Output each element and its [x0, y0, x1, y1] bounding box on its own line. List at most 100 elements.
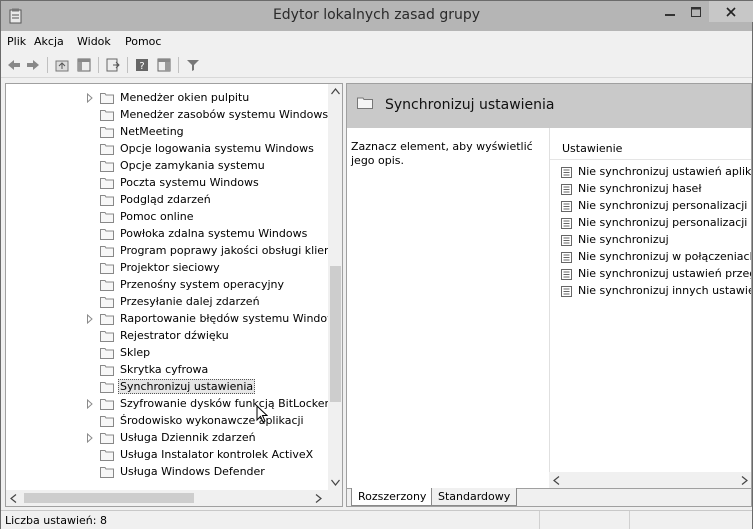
console-tree[interactable]: Menedżer okien pulpitu Menedżer zasobów s… — [5, 83, 343, 507]
tree-item[interactable]: Rejestrator dźwięku — [6, 328, 328, 345]
setting-row[interactable]: Nie synchronizuj innych ustawień systemu… — [561, 283, 751, 300]
menu-widok[interactable]: Widok — [77, 35, 111, 48]
svg-text:?: ? — [139, 61, 144, 72]
tree-item[interactable]: Przesyłanie dalej zdarzeń — [6, 294, 328, 311]
tree-item-label: Rejestrator dźwięku — [120, 329, 229, 342]
folder-icon — [357, 97, 373, 109]
tree-item[interactable]: Powłoka zdalna systemu Windows — [6, 226, 328, 243]
folder-icon — [100, 280, 114, 291]
tree-item[interactable]: Program poprawy jakości obsługi klienta — [6, 243, 328, 260]
tree-item[interactable]: Poczta systemu Windows — [6, 175, 328, 192]
policy-setting-icon — [561, 252, 572, 263]
maximize-button[interactable] — [683, 1, 709, 22]
up-one-level-button[interactable] — [52, 55, 72, 75]
tree-item[interactable]: Menedżer okien pulpitu — [6, 90, 328, 107]
status-text: Liczba ustawień: 8 — [5, 514, 107, 527]
setting-row[interactable]: Nie synchronizuj personalizacji pulpitu — [561, 198, 751, 215]
tree-item[interactable]: Usługa Windows Defender — [6, 464, 328, 481]
expand-arrow-icon[interactable] — [86, 399, 94, 409]
setting-label: Nie synchronizuj ustawień przeglądarki — [578, 267, 751, 280]
tree-item[interactable]: Szyfrowanie dysków funkcją BitLocker — [6, 396, 328, 413]
tree-item[interactable]: Usługa Instalator kontrolek ActiveX — [6, 447, 328, 464]
folder-icon — [100, 433, 114, 444]
tree-item-label: Sklep — [120, 346, 151, 359]
column-header-setting[interactable]: Ustawienie — [550, 138, 751, 160]
settings-list[interactable]: Ustawienie Nie synchronizuj ustawień apl… — [549, 128, 752, 473]
tree-item-label: Raportowanie błędów systemu Windows — [120, 312, 328, 325]
tree-item[interactable]: Menedżer zasobów systemu Windows — [6, 107, 328, 124]
tree-item[interactable]: NetMeeting — [6, 124, 328, 141]
tree-item[interactable]: Projektor sieciowy — [6, 260, 328, 277]
details-header-title: Synchronizuj ustawienia — [385, 97, 555, 113]
expand-arrow-icon[interactable] — [86, 93, 94, 103]
show-hide-action-pane-button[interactable] — [154, 55, 174, 75]
tree-item[interactable]: Sklep — [6, 345, 328, 362]
minimize-button[interactable] — [657, 1, 683, 22]
expand-arrow-icon[interactable] — [86, 314, 94, 324]
filter-button[interactable] — [183, 55, 203, 75]
close-button[interactable] — [709, 1, 753, 22]
export-list-button[interactable] — [103, 55, 123, 75]
details-pane: Synchronizuj ustawienia Zaznacz element,… — [346, 83, 752, 507]
tree-horizontal-scroll-thumb[interactable] — [24, 493, 194, 503]
menu-pomoc[interactable]: Pomoc — [125, 35, 161, 48]
tree-item[interactable]: Środowisko wykonawcze aplikacji — [6, 413, 328, 430]
tree-item[interactable]: Skrytka cyfrowa — [6, 362, 328, 379]
minimize-icon — [665, 13, 675, 16]
tree-item[interactable]: Opcje zamykania systemu — [6, 158, 328, 175]
scroll-up-icon[interactable] — [331, 88, 340, 95]
setting-label: Nie synchronizuj w połączeniach taryfowy… — [578, 250, 752, 263]
tree-item-label: Poczta systemu Windows — [120, 176, 259, 189]
policy-setting-icon — [561, 235, 572, 246]
tree-horizontal-scrollbar[interactable] — [6, 490, 328, 506]
tree-item-label: Usługa Dziennik zdarzeń — [120, 431, 256, 444]
tree-item-label: Przesyłanie dalej zdarzeń — [120, 295, 260, 308]
setting-row[interactable]: Nie synchronizuj personalizacji — [561, 215, 751, 232]
arrow-right-icon — [27, 60, 39, 70]
folder-icon — [100, 212, 114, 223]
scroll-down-icon[interactable] — [331, 479, 340, 486]
scroll-left-icon[interactable] — [553, 476, 560, 485]
scroll-left-icon[interactable] — [10, 494, 17, 503]
tab-extended[interactable]: Rozszerzony — [351, 488, 434, 506]
folder-icon — [100, 348, 114, 359]
tree-item[interactable]: Pomoc online — [6, 209, 328, 226]
title-bar[interactable]: Edytor lokalnych zasad grupy — [1, 1, 753, 31]
forward-button[interactable] — [24, 55, 42, 75]
tree-item[interactable]: Synchronizuj ustawienia — [6, 379, 328, 396]
tree-item[interactable]: Przenośny system operacyjny — [6, 277, 328, 294]
tree-item[interactable]: Usługa Dziennik zdarzeń — [6, 430, 328, 447]
back-button[interactable] — [5, 55, 23, 75]
setting-row[interactable]: Nie synchronizuj haseł — [561, 181, 751, 198]
toolbar-separator — [127, 57, 128, 73]
settings-horizontal-scrollbar[interactable] — [549, 472, 751, 488]
tree-item-label: Podgląd zdarzeń — [120, 193, 211, 206]
setting-label: Nie synchronizuj personalizacji pulpitu — [578, 199, 751, 212]
tree-item[interactable]: Opcje logowania systemu Windows — [6, 141, 328, 158]
setting-row[interactable]: Nie synchronizuj ustawień aplikacji — [561, 164, 751, 181]
tree-item[interactable]: Podgląd zdarzeń — [6, 192, 328, 209]
scroll-right-icon[interactable] — [741, 476, 748, 485]
setting-row[interactable]: Nie synchronizuj — [561, 232, 751, 249]
tree-item-label: Skrytka cyfrowa — [120, 363, 209, 376]
menu-plik[interactable]: Plik — [7, 35, 26, 48]
help-button[interactable]: ? — [132, 55, 152, 75]
expand-arrow-icon[interactable] — [86, 433, 94, 443]
tree-vertical-scrollbar[interactable] — [328, 84, 342, 490]
menu-akcja[interactable]: Akcja — [34, 35, 64, 48]
column-header-label: Ustawienie — [562, 142, 623, 155]
folder-icon — [100, 246, 114, 257]
show-hide-console-tree-button[interactable] — [74, 55, 94, 75]
tab-standard[interactable]: Standardowy — [431, 488, 518, 506]
action-pane-icon — [157, 58, 171, 72]
close-icon — [726, 6, 736, 17]
setting-row[interactable]: Nie synchronizuj ustawień przeglądarki — [561, 266, 751, 283]
tree-item[interactable]: Raportowanie błędów systemu Windows — [6, 311, 328, 328]
setting-row[interactable]: Nie synchronizuj w połączeniach taryfowy… — [561, 249, 752, 266]
status-separator — [539, 511, 540, 529]
export-list-icon — [106, 58, 120, 72]
scroll-right-icon[interactable] — [315, 494, 322, 503]
policy-setting-icon — [561, 167, 572, 178]
tree-vertical-scroll-thumb[interactable] — [330, 266, 341, 402]
folder-icon — [100, 229, 114, 240]
